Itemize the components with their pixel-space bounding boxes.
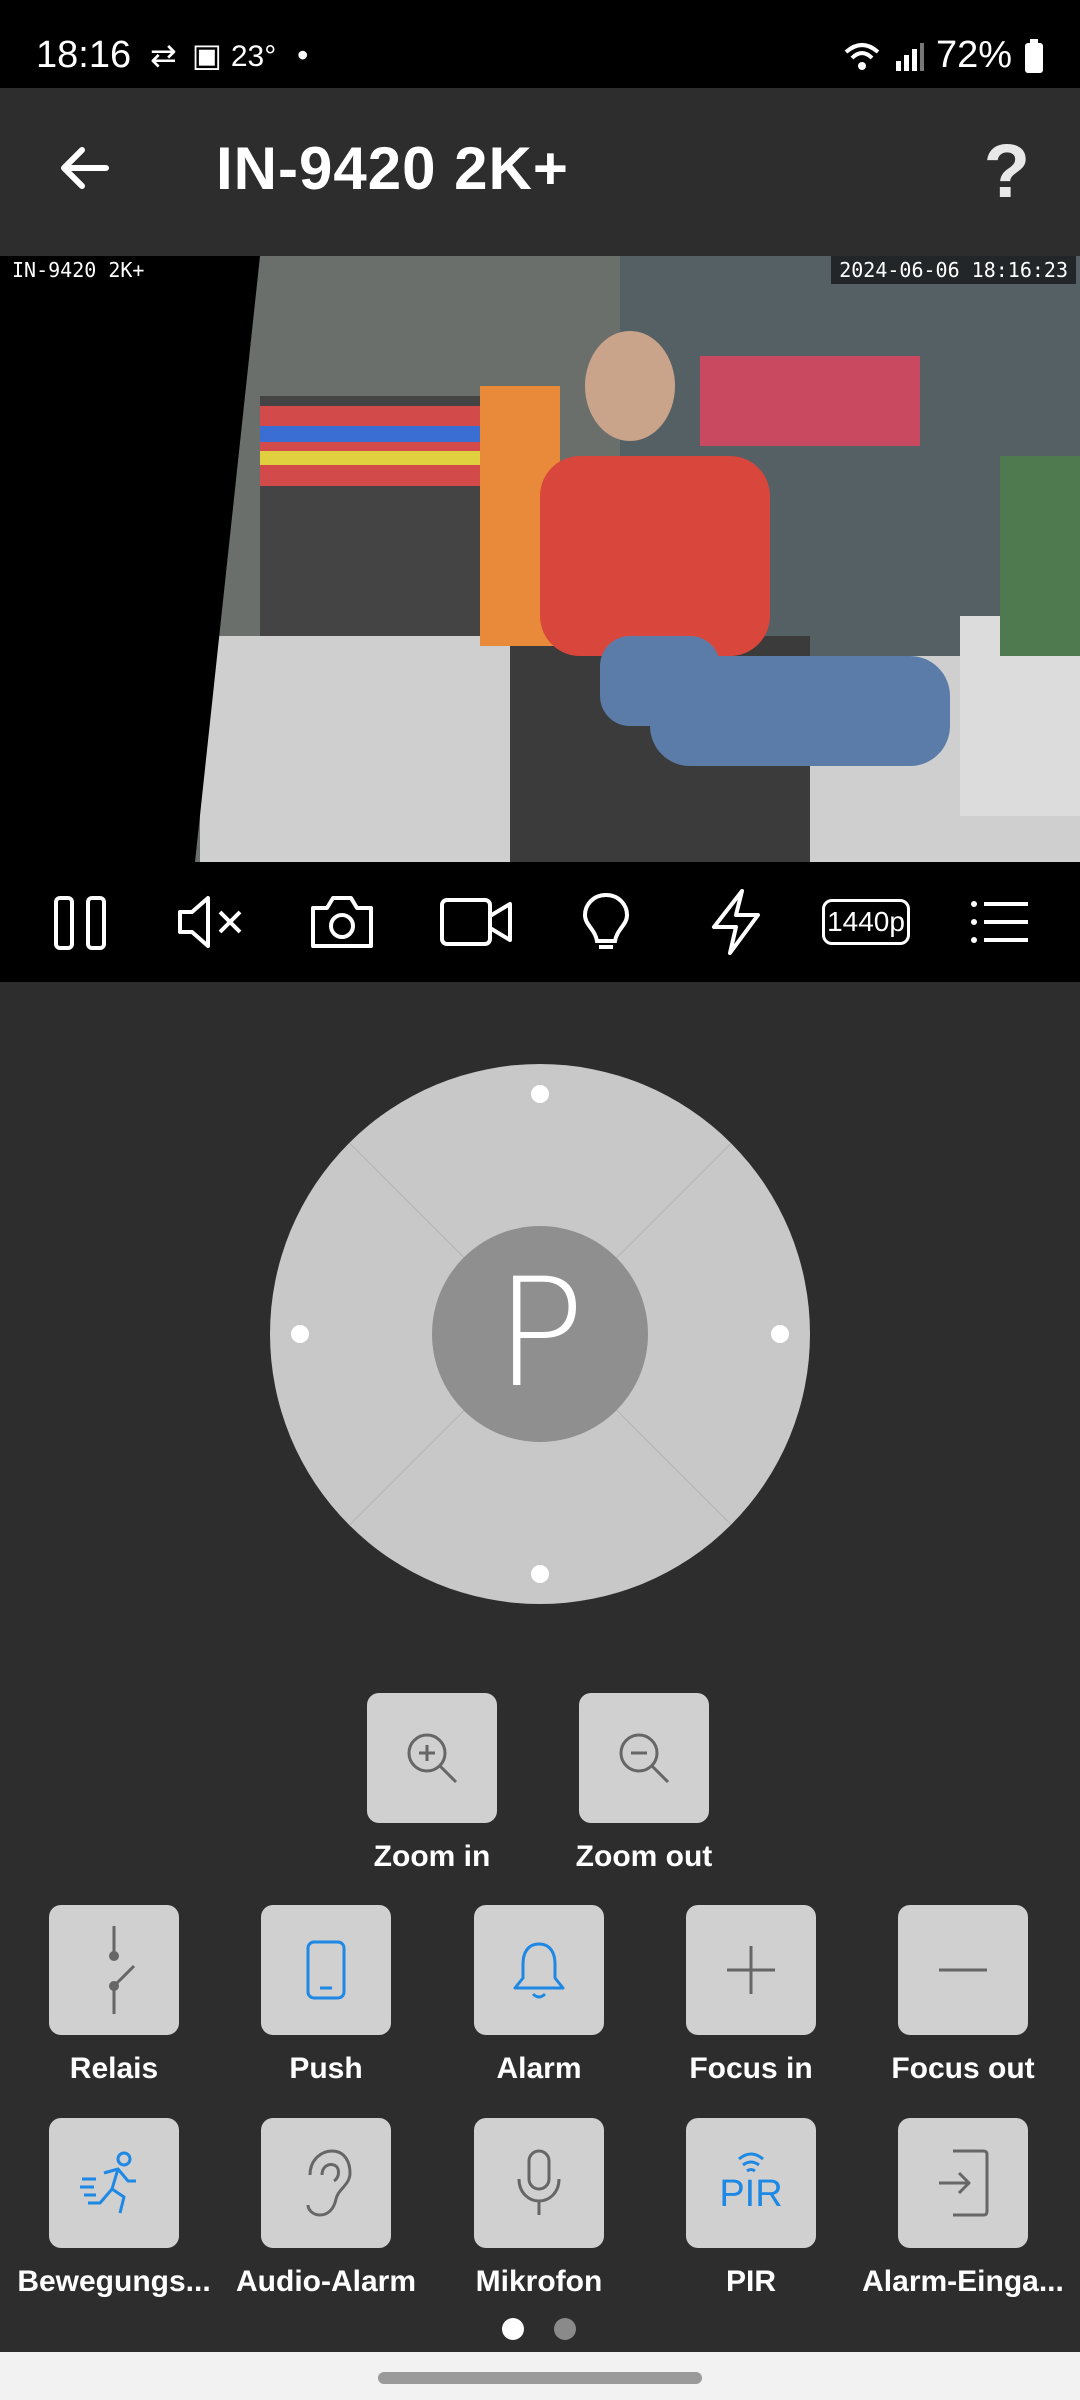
zoom-in-button[interactable] [367,1693,497,1823]
arrow-back-icon [61,147,109,189]
ptz-right-button[interactable] [771,1325,789,1343]
status-bar: 18:16 ⇄ ▣ 23° • 72% [0,0,1080,88]
flash-button[interactable] [694,886,778,958]
speaker-muted-icon [178,896,242,948]
record-button[interactable] [434,886,518,958]
bulb-icon [582,892,630,949]
video-camera-icon [440,898,512,946]
minus-icon [939,1968,987,1972]
focus-in-label: Focus in [689,2052,813,2085]
focus-out-label: Focus out [891,2052,1035,2085]
audio-alarm-button[interactable] [261,2118,391,2248]
app-bar: IN-9420 2K+ ? [0,88,1080,256]
motion-detection-label: Bewegungs... [17,2265,211,2298]
ptz-center-label: P [494,1247,586,1421]
alarm-input-button[interactable] [898,2118,1028,2248]
bell-icon [513,1942,565,1999]
battery-icon [1025,38,1043,73]
light-button[interactable] [564,886,648,958]
ptz-left-button[interactable] [291,1325,309,1343]
alarm-label: Alarm [496,2052,582,2085]
lightning-icon [712,889,760,955]
alarm-input-label: Alarm-Einga... [862,2265,1064,2298]
home-gesture-handle[interactable] [378,2372,702,2384]
pir-label: PIR [725,2265,776,2298]
zoom-out-label: Zoom out [575,1840,713,1873]
microphone-button[interactable] [474,2118,604,2248]
pir-button[interactable]: PIR [686,2118,816,2248]
resolution-label: 1440p [822,899,910,945]
snapshot-button[interactable] [300,886,384,958]
status-temperature: 23° [230,40,277,73]
camera-icon [311,896,373,948]
phone-icon [306,1940,346,2000]
zoom-in-label: Zoom in [373,1840,491,1873]
pause-button[interactable] [38,886,122,958]
ptz-joystick[interactable]: P [270,1064,810,1604]
relay-label: Relais [69,2052,159,2085]
player-controls: 1440p [0,862,1080,982]
microphone-icon [517,2149,561,2215]
data-transfer-icon: ⇄ [150,37,177,73]
video-camera-name: IN-9420 2K+ [4,256,153,284]
page-indicator-1[interactable] [502,2318,524,2340]
focus-out-button[interactable] [898,1905,1028,2035]
notification-dot-icon: • [297,37,309,73]
resolution-button[interactable]: 1440p [816,886,916,958]
relay-button[interactable] [49,1905,179,2035]
battery-percent: 72% [935,34,1012,76]
camera-video-feed[interactable]: IN-9420 2K+ 2024-06-06 18:16:23 [0,256,1080,862]
motion-detection-button[interactable] [49,2118,179,2248]
motion-runner-icon [80,2151,136,2214]
ptz-down-button[interactable] [531,1565,549,1583]
push-label: Push [289,2052,363,2085]
video-timestamp: 2024-06-06 18:16:23 [831,256,1076,284]
gallery-icon: ▣ [191,37,222,73]
pir-waves-icon [738,2152,764,2172]
page-title: IN-9420 2K+ [216,135,569,202]
status-icons: ⇄ ▣ 23° • [150,36,308,74]
back-button[interactable] [48,132,120,204]
mute-button[interactable] [168,886,252,958]
list-menu-icon [971,901,1028,943]
alarm-input-icon [939,2149,989,2217]
push-button[interactable] [261,1905,391,2035]
focus-in-button[interactable] [686,1905,816,2035]
help-button[interactable]: ? [984,128,1030,215]
ptz-preset-button[interactable]: P [432,1226,648,1442]
relay-switch-icon [109,1926,136,2014]
plus-icon [727,1946,775,1994]
zoom-in-icon [407,1733,458,1784]
page-indicator-2[interactable] [554,2318,576,2340]
zoom-out-icon [619,1733,670,1784]
alarm-button[interactable] [474,1905,604,2035]
status-time: 18:16 [36,34,132,76]
zoom-out-button[interactable] [579,1693,709,1823]
pause-icon [54,896,106,950]
microphone-label: Mikrofon [475,2265,603,2298]
menu-button[interactable] [958,886,1042,958]
ptz-up-button[interactable] [531,1085,549,1103]
ear-icon [306,2149,352,2217]
wifi-icon [844,42,880,70]
pir-icon-text: PIR [719,2172,783,2215]
audio-alarm-label: Audio-Alarm [236,2265,416,2298]
signal-icon [895,42,924,71]
